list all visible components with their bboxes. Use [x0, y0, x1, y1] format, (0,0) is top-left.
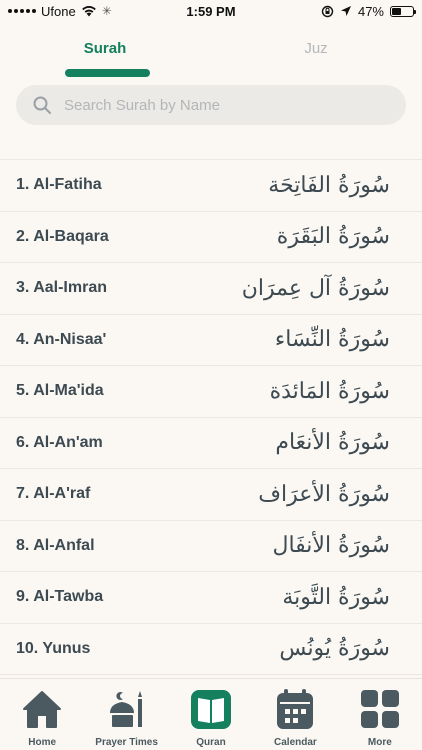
list-item[interactable]: 7. Al-A'raf سُورَةُ الأعرَاف: [0, 469, 422, 521]
surah-arabic-name: سُورَةُ الفَاتِحَة: [268, 172, 390, 198]
surah-arabic-name: سُورَةُ آل عِمرَان: [241, 275, 390, 301]
tab-surah[interactable]: Surah: [55, 40, 155, 57]
surah-name: 5. Al-Ma'ida: [16, 382, 104, 400]
nav-label: Home: [28, 737, 57, 748]
surah-arabic-name: سُورَةُ النِّسَاء: [274, 327, 390, 353]
bottom-nav: Home Prayer Times Quran Calendar More: [0, 678, 422, 750]
list-item[interactable]: 9. Al-Tawba سُورَةُ التَّوبَة: [0, 572, 422, 624]
surah-name: 1. Al-Fatiha: [16, 176, 102, 194]
list-item[interactable]: 5. Al-Ma'ida سُورَةُ المَائدَة: [0, 366, 422, 418]
search-bar[interactable]: [16, 85, 406, 125]
surah-name: 4. An-Nisaa': [16, 330, 107, 348]
search-input[interactable]: [64, 96, 364, 114]
surah-arabic-name: سُورَةُ الأنفَال: [272, 533, 390, 559]
list-item[interactable]: 8. Al-Anfal سُورَةُ الأنفَال: [0, 521, 422, 572]
surah-name: 8. Al-Anfal: [16, 536, 95, 554]
mosque-icon: [109, 691, 142, 727]
loading-spinner-icon: ✳: [101, 4, 112, 18]
list-item[interactable]: 4. An-Nisaa' سُورَةُ النِّسَاء: [0, 315, 422, 366]
nav-label: Prayer Times: [95, 737, 158, 748]
status-right: 47%: [321, 3, 416, 19]
nav-label: Calendar: [274, 737, 317, 748]
nav-calendar[interactable]: Calendar: [253, 679, 337, 750]
list-item[interactable]: 1. Al-Fatiha سُورَةُ الفَاتِحَة: [0, 160, 422, 212]
location-arrow-icon: [340, 6, 351, 16]
surah-arabic-name: سُورَةُ التَّوبَة: [282, 584, 390, 610]
battery-icon: [390, 5, 416, 17]
surah-juz-tabs: Surah Juz: [0, 40, 422, 80]
nav-more[interactable]: More: [338, 679, 422, 750]
orientation-lock-icon: [321, 5, 334, 17]
tab-juz[interactable]: Juz: [266, 40, 366, 57]
carrier-label: Ufone: [41, 3, 76, 19]
list-item[interactable]: 6. Al-An'am سُورَةُ الأنعَام: [0, 418, 422, 469]
active-tab-indicator: [65, 69, 150, 77]
status-left: Ufone ✳: [8, 4, 321, 19]
battery-level-fill: [392, 7, 402, 15]
surah-arabic-name: سُورَةُ الأنعَام: [275, 430, 390, 456]
surah-name: 10. Yunus: [16, 639, 91, 657]
wifi-icon: [81, 6, 96, 17]
nav-prayer-times[interactable]: Prayer Times: [84, 679, 168, 750]
nav-quran[interactable]: Quran: [169, 679, 253, 750]
nav-label: More: [367, 737, 392, 748]
surah-arabic-name: سُورَةُ البَقَرَة: [276, 224, 390, 250]
nav-label: Quran: [196, 737, 226, 748]
signal-icon: [8, 9, 36, 13]
status-bar: Ufone ✳ 1:59 PM 47%: [0, 0, 422, 22]
quran-book-icon: [191, 690, 232, 729]
surah-name: 9. Al-Tawba: [16, 588, 104, 606]
surah-name: 6. Al-An'am: [16, 433, 103, 451]
list-item[interactable]: 3. Aal-Imran سُورَةُ آل عِمرَان: [0, 263, 422, 315]
surah-arabic-name: سُورَةُ الأعرَاف: [258, 481, 390, 507]
list-item[interactable]: 10. Yunus سُورَةُ يُونُس: [0, 624, 422, 675]
list-item[interactable]: 2. Al-Baqara سُورَةُ البَقَرَة: [0, 212, 422, 263]
surah-name: 7. Al-A'raf: [16, 485, 91, 503]
home-icon: [23, 691, 62, 728]
surah-arabic-name: سُورَةُ يُونُس: [279, 636, 390, 662]
search-icon: [33, 96, 51, 114]
surah-arabic-name: سُورَةُ المَائدَة: [269, 378, 390, 404]
nav-home[interactable]: Home: [0, 679, 84, 750]
surah-name: 3. Aal-Imran: [16, 279, 107, 297]
surah-name: 2. Al-Baqara: [16, 227, 109, 245]
grid-icon: [360, 690, 399, 728]
surah-list: 1. Al-Fatiha سُورَةُ الفَاتِحَة 2. Al-Ba…: [0, 160, 422, 675]
battery-percent: 47%: [357, 3, 384, 19]
calendar-icon: [277, 689, 314, 729]
